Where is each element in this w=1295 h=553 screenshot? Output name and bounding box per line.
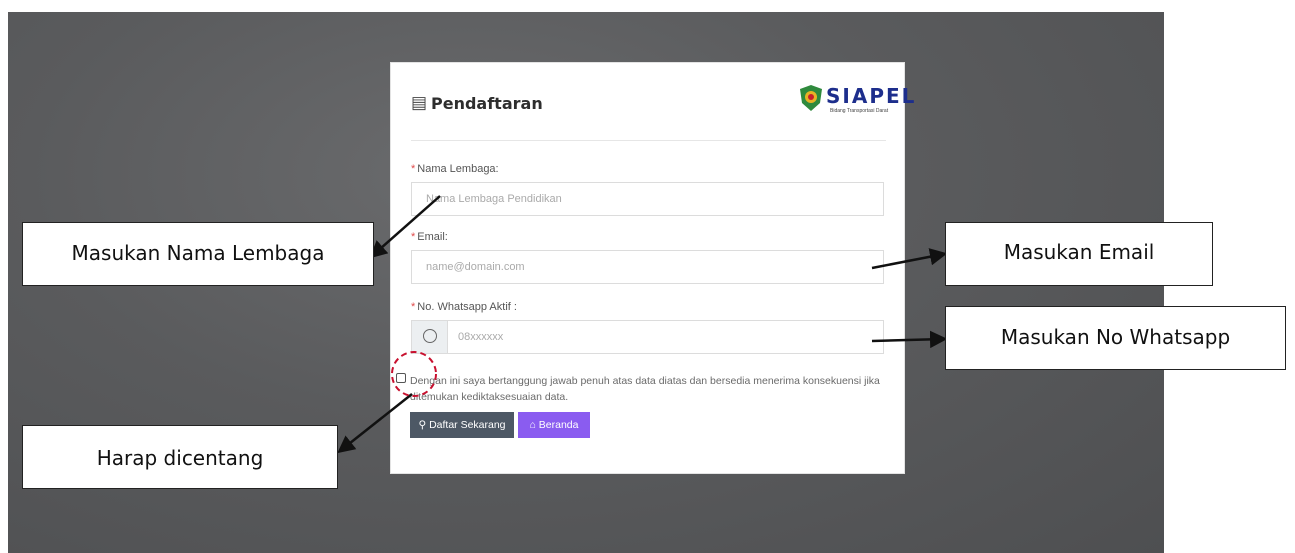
callout-centang: Harap dicentang <box>22 425 338 489</box>
arrow-nama <box>369 195 441 259</box>
arrow-centang <box>337 393 413 454</box>
highlight-circle <box>391 351 437 397</box>
arrow-email <box>871 248 948 270</box>
arrow-whatsapp <box>871 330 948 349</box>
callout-email: Masukan Email <box>945 222 1213 286</box>
callout-whatsapp: Masukan No Whatsapp <box>945 306 1286 370</box>
callout-nama-lembaga: Masukan Nama Lembaga <box>22 222 374 286</box>
